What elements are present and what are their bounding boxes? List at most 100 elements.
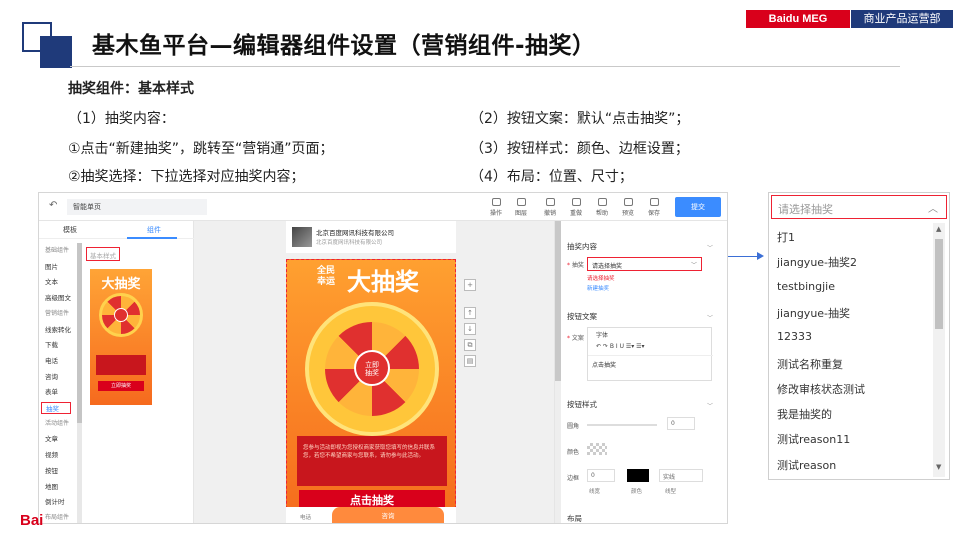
chevron-down-icon[interactable]: ﹀ — [707, 243, 713, 252]
lottery-option[interactable]: 测试名称重复 — [777, 356, 843, 372]
text-label: * 文案 — [567, 335, 584, 342]
category-scroll-thumb[interactable] — [77, 243, 82, 423]
category-item[interactable]: 表单 — [39, 386, 81, 396]
category-item[interactable]: 视频 — [39, 449, 81, 459]
font-select[interactable]: 字体 — [596, 330, 608, 339]
lottery-option[interactable]: 测试reason11 — [777, 431, 850, 447]
back-icon[interactable]: ↶ — [49, 200, 57, 211]
lottery-title-big: 大抽奖 — [347, 268, 419, 296]
chevron-down-icon[interactable]: ﹀ — [707, 401, 713, 410]
color-swatch-transparent[interactable] — [587, 443, 607, 455]
category-item[interactable]: 高级图文 — [39, 292, 81, 302]
section-layout[interactable]: 布局 — [567, 513, 582, 523]
category-group: 基础组件 — [45, 247, 70, 254]
lottery-component-preview[interactable]: 全民 幸运 大抽奖 立即 抽奖 您参与活动即视为您授权商家获取您填写的信息并联系… — [286, 259, 456, 523]
move-down-icon[interactable]: ↓ — [464, 323, 476, 335]
properties-scroll-thumb[interactable] — [555, 221, 561, 381]
scroll-down-icon[interactable]: ▼ — [936, 463, 941, 471]
tool-preview[interactable]: 预览 — [617, 198, 639, 217]
lottery-option[interactable]: testbingjie — [777, 280, 835, 293]
delete-icon[interactable]: ▤ — [464, 355, 476, 367]
thumb-title: 大抽奖 — [101, 277, 141, 292]
tool-operate[interactable]: 操作 — [485, 198, 507, 217]
lottery-option[interactable]: 修改审核状态测试 — [777, 381, 865, 397]
dropdown-scrollbar[interactable]: ▲ ▼ — [933, 223, 945, 477]
section-subtitle: 抽奖组件：基本样式 — [68, 81, 194, 97]
tool-save[interactable]: 保存 — [643, 198, 665, 217]
category-item[interactable]: 咨询 — [39, 371, 81, 381]
footer-phone[interactable]: 电话 — [300, 513, 311, 521]
button-text-value[interactable]: 点击抽奖 — [592, 360, 616, 369]
copy-icon[interactable]: ⧉ — [464, 339, 476, 351]
tab-template[interactable]: 模板 — [63, 225, 77, 235]
format-buttons[interactable]: ↶ ↷ B I U ☰▾ ☰▾ — [596, 343, 645, 350]
category-item[interactable]: 倒计时 — [39, 496, 81, 506]
radius-slider[interactable] — [587, 424, 657, 426]
chevron-up-icon: ︿ — [928, 204, 938, 215]
category-item[interactable]: 抽奖 — [41, 402, 71, 414]
desc-left-2: ①点击“新建抽奖”，跳转至“营销通”页面； — [68, 141, 334, 157]
tab-component[interactable]: 组件 — [147, 225, 161, 235]
add-icon[interactable]: + — [464, 279, 476, 291]
page-title: 基木鱼平台—编辑器组件设置（营销组件-抽奖） — [92, 33, 596, 59]
border-color-caption: 颜色 — [631, 489, 643, 495]
category-item[interactable]: 文章 — [39, 433, 81, 443]
radius-input[interactable]: 0 — [667, 417, 695, 430]
footer-consult-button[interactable]: 咨询 — [332, 507, 444, 523]
draw-label: * 抽奖 — [567, 262, 584, 269]
lottery-option[interactable]: jiangyue-抽奖 — [777, 305, 850, 321]
radius-label: 圆角 — [567, 423, 580, 430]
category-item[interactable]: 电话 — [39, 355, 81, 365]
draw-select[interactable]: 请选择抽奖 ﹀ — [587, 257, 702, 271]
editor-canvas: 北京百度网讯科技有限公司 北京百度网讯科技有限公司 全民 幸运 大抽奖 立即 抽… — [194, 221, 554, 523]
callout-arrow-head — [757, 252, 764, 260]
border-label: 边框 — [567, 475, 580, 482]
category-item[interactable]: 下载 — [39, 339, 81, 349]
page-name-input[interactable]: 智能单页 — [67, 199, 207, 215]
lottery-option[interactable]: 打1 — [777, 229, 795, 245]
brand-badge-department: 商业产品运营部 — [851, 10, 953, 28]
lottery-option[interactable]: 我是抽奖的 — [777, 406, 832, 422]
lottery-option[interactable]: jiangyue-抽奖2 — [777, 254, 857, 270]
scroll-up-icon[interactable]: ▲ — [936, 225, 941, 233]
title-divider — [70, 66, 900, 67]
properties-scrollbar[interactable] — [555, 221, 561, 523]
color-label: 颜色 — [567, 449, 580, 456]
tool-help[interactable]: 帮助 — [591, 198, 613, 217]
category-item[interactable]: 按钮 — [39, 465, 81, 475]
category-scrollbar[interactable] — [77, 243, 82, 523]
lottery-select-input[interactable]: 请选择抽奖 ︿ — [771, 195, 947, 219]
category-group: 布局组件 — [45, 513, 70, 521]
tab-indicator — [127, 237, 177, 239]
border-color-swatch[interactable] — [627, 469, 649, 482]
basic-style-tag[interactable]: 基本样式 — [86, 247, 120, 261]
lottery-option[interactable]: 测试reason — [777, 457, 836, 473]
lottery-option[interactable]: 12333 — [777, 330, 812, 343]
chevron-down-icon[interactable]: ﹀ — [707, 313, 713, 322]
lottery-template-thumbnail[interactable]: 大抽奖 立即抽奖 — [90, 269, 152, 405]
border-width-input[interactable]: 0 — [587, 469, 615, 482]
callout-arrow-line — [728, 256, 760, 257]
category-item[interactable]: 地图 — [39, 481, 81, 491]
thumb-base — [96, 355, 146, 375]
section-button-style[interactable]: 按钮样式 — [567, 399, 597, 410]
submit-button[interactable]: 提交 — [675, 197, 721, 217]
lottery-disclaimer: 您参与活动即视为您授权商家获取您填写的信息并联系您，若您不希望商家与您联系，请勿… — [303, 445, 436, 459]
border-style-select[interactable]: 实线 — [659, 469, 703, 482]
section-lottery-content[interactable]: 抽奖内容 — [567, 241, 597, 252]
new-lottery-link[interactable]: 新建抽奖 — [587, 284, 609, 292]
category-item[interactable]: 线索转化 — [39, 324, 81, 334]
tool-redo[interactable]: 重做 — [565, 198, 587, 217]
desc-right-3: （4）布局：位置、尺寸； — [470, 169, 633, 185]
tool-layer[interactable]: 图层 — [510, 198, 532, 217]
category-item[interactable]: 图片 — [39, 261, 81, 271]
category-item[interactable]: 文本 — [39, 276, 81, 286]
tool-undo[interactable]: 撤销 — [539, 198, 561, 217]
editor-screenshot: ↶ 智能单页 操作 图层 撤销 重做 帮助 预览 保存 提交 模板 组件 基础组… — [38, 192, 728, 524]
section-button-text[interactable]: 按钮文案 — [567, 311, 597, 322]
rich-text-editor[interactable]: 字体 ↶ ↷ B I U ☰▾ ☰▾ 点击抽奖 — [587, 327, 713, 381]
move-up-icon[interactable]: ↑ — [464, 307, 476, 319]
dropdown-scroll-thumb[interactable] — [935, 239, 943, 329]
draw-error-text: 请选择抽奖 — [587, 276, 615, 282]
wheel-center-button[interactable]: 立即 抽奖 — [354, 350, 390, 386]
